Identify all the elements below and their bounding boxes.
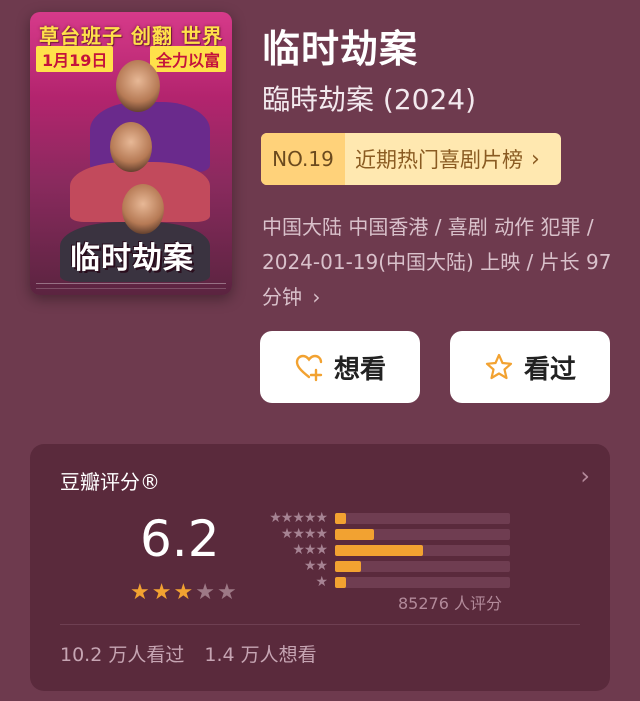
star-filled-icon: ★	[130, 580, 150, 605]
chevron-right-icon: ›	[531, 146, 540, 172]
rating-bar-track	[335, 560, 510, 572]
rating-bar-fill	[335, 560, 362, 572]
rating-bar-fill	[335, 576, 346, 588]
rating-bar-fill	[335, 544, 423, 556]
movie-meta[interactable]: 中国大陆 中国香港 / 喜剧 动作 犯罪 / 2024-01-19(中国大陆) …	[262, 210, 612, 315]
poster-figure-head	[110, 122, 152, 172]
star-outline-icon	[485, 353, 513, 380]
watched-count[interactable]: 10.2 万人看过	[60, 640, 184, 667]
chevron-right-icon: ›	[312, 285, 321, 309]
rating-distribution: ★★★★★ ★★★★ ★★★ ★★ ★	[255, 510, 515, 590]
rating-distribution-row: ★★★★	[255, 526, 515, 542]
rating-row-stars: ★★★★	[280, 526, 328, 542]
watched-button[interactable]: 看过	[450, 331, 610, 403]
star-filled-icon: ★	[173, 580, 194, 605]
rating-distribution-row: ★	[255, 574, 515, 590]
rank-label-text: 近期热门喜剧片榜	[355, 148, 523, 172]
rating-title: 豆瓣评分®	[60, 470, 160, 494]
rating-distribution-row: ★★★	[255, 542, 515, 558]
rating-stars: ★ ★ ★ ★ ★	[130, 580, 237, 605]
rating-distribution-row: ★★	[255, 558, 515, 574]
heart-plus-icon	[295, 354, 323, 382]
rating-votes: 85276 人评分	[398, 594, 502, 613]
rating-row-stars: ★★	[303, 558, 328, 574]
want-to-watch-button[interactable]: 想看	[260, 331, 420, 403]
rank-label: 近期热门喜剧片榜 ›	[345, 133, 561, 185]
movie-title: 临时劫案	[262, 27, 419, 71]
rating-row-stars: ★★★★★	[269, 510, 328, 526]
star-filled-icon: ★	[151, 580, 172, 605]
watched-label: 看过	[523, 354, 576, 385]
rating-row-stars: ★★★	[292, 542, 328, 558]
poster-banner: 草台班子 创翻 世界	[39, 24, 223, 48]
rating-bar-fill	[335, 528, 374, 540]
movie-poster[interactable]: 草台班子 创翻 世界 1月19日 全力以富 临时劫案	[30, 12, 232, 295]
rating-score: 6.2	[140, 510, 220, 568]
movie-original-title: 臨時劫案 (2024)	[262, 83, 477, 116]
poster-title: 临时劫案	[70, 241, 194, 276]
divider	[60, 624, 580, 625]
rank-number: NO.19	[261, 133, 345, 185]
rating-distribution-row: ★★★★★	[255, 510, 515, 526]
rating-bar-track	[335, 528, 510, 540]
poster-figure-head	[116, 60, 160, 112]
poster-slogan-tag: 全力以富	[149, 46, 226, 72]
rating-bar-track	[335, 512, 510, 524]
star-empty-icon: ★	[195, 580, 215, 605]
chevron-right-icon: ›	[580, 462, 590, 490]
poster-figure-head	[122, 184, 164, 234]
poster-date-tag: 1月19日	[36, 46, 114, 72]
rating-bar-track	[335, 544, 510, 556]
rating-row-stars: ★	[315, 574, 328, 590]
want-count[interactable]: 1.4 万人想看	[204, 640, 316, 667]
rating-card[interactable]: 豆瓣评分® › 6.2 ★ ★ ★ ★ ★ ★★★★★ ★★★★ ★★★ ★★ ★ 85276 …	[30, 444, 610, 691]
want-label: 想看	[333, 354, 386, 385]
star-empty-icon: ★	[216, 580, 237, 605]
rank-badge[interactable]: NO.19 近期热门喜剧片榜 ›	[261, 133, 561, 185]
poster-credits	[36, 283, 226, 289]
rating-stats: 10.2 万人看过 1.4 万人想看	[60, 640, 317, 667]
rating-bar-fill	[335, 512, 346, 524]
rating-bar-track	[335, 576, 510, 588]
